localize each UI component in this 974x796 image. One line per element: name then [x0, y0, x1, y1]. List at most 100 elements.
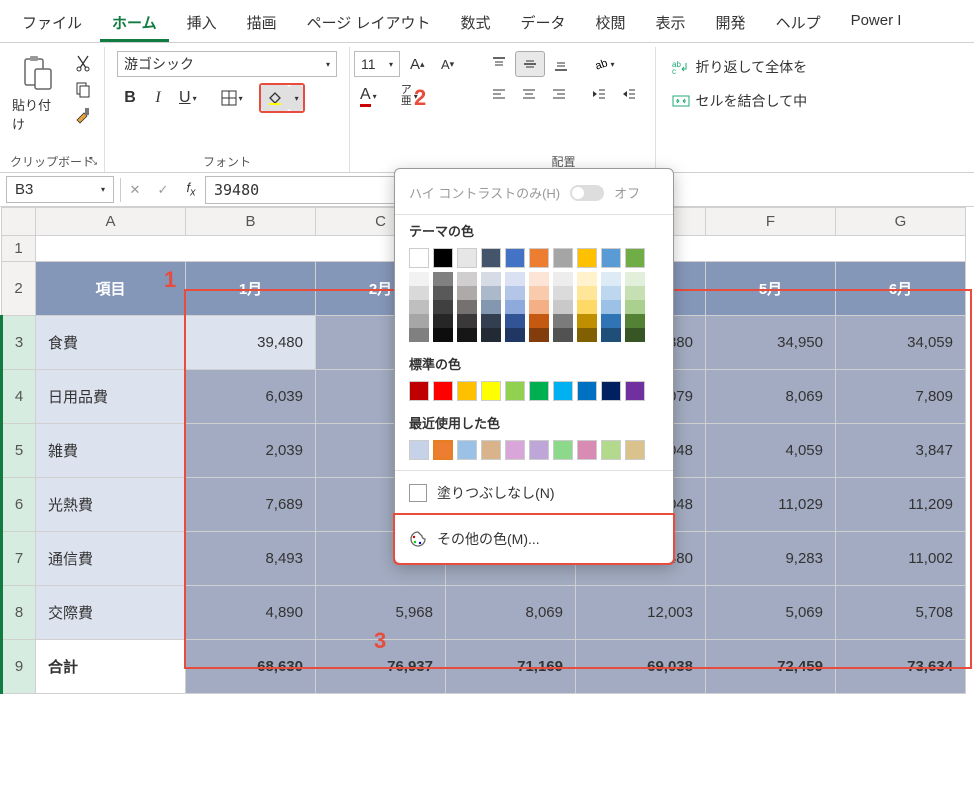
tab-pagelayout[interactable]: ページ レイアウト	[295, 6, 443, 42]
color-shade[interactable]	[625, 300, 645, 314]
cell[interactable]: 34,950	[706, 316, 836, 370]
color-swatch[interactable]	[625, 248, 645, 268]
color-shade[interactable]	[505, 300, 525, 314]
color-swatch[interactable]	[577, 440, 597, 460]
cell[interactable]: 68,630	[186, 640, 316, 694]
color-shade[interactable]	[529, 300, 549, 314]
color-shade[interactable]	[625, 272, 645, 286]
format-painter-button[interactable]	[70, 103, 96, 127]
underline-button[interactable]: U▾	[173, 85, 203, 111]
cell[interactable]: 雑費	[36, 424, 186, 478]
font-name-select[interactable]: 游ゴシック▾	[117, 51, 337, 77]
cell[interactable]: 11,029	[706, 478, 836, 532]
cell[interactable]: 7,689	[186, 478, 316, 532]
color-shade[interactable]	[553, 314, 573, 328]
color-swatch[interactable]	[553, 381, 573, 401]
color-swatch[interactable]	[433, 381, 453, 401]
color-shade[interactable]	[481, 286, 501, 300]
color-swatch[interactable]	[481, 440, 501, 460]
high-contrast-toggle[interactable]	[570, 185, 604, 201]
bold-button[interactable]: B	[117, 85, 143, 111]
color-shade[interactable]	[433, 328, 453, 342]
shrink-font-button[interactable]: A▾	[435, 51, 461, 77]
align-center-button[interactable]	[515, 81, 543, 107]
color-swatch[interactable]	[577, 381, 597, 401]
tab-file[interactable]: ファイル	[10, 6, 94, 42]
color-shade[interactable]	[433, 272, 453, 286]
cell[interactable]: 9,283	[706, 532, 836, 586]
cell[interactable]: 5,069	[706, 586, 836, 640]
color-swatch[interactable]	[625, 381, 645, 401]
table-header[interactable]: 1月	[186, 262, 316, 316]
row-header[interactable]: 6	[2, 478, 36, 532]
cell[interactable]: 73,634	[836, 640, 966, 694]
color-shade[interactable]	[457, 328, 477, 342]
fill-color-button[interactable]	[261, 85, 289, 111]
align-left-button[interactable]	[485, 81, 513, 107]
cell[interactable]: 4,059	[706, 424, 836, 478]
color-swatch[interactable]	[433, 440, 453, 460]
color-swatch[interactable]	[601, 440, 621, 460]
tab-power[interactable]: Power I	[839, 6, 914, 42]
color-shade[interactable]	[409, 272, 429, 286]
color-shade[interactable]	[433, 300, 453, 314]
color-shade[interactable]	[457, 300, 477, 314]
row-header[interactable]: 3	[2, 316, 36, 370]
color-swatch[interactable]	[553, 248, 573, 268]
color-shade[interactable]	[553, 328, 573, 342]
color-swatch[interactable]	[529, 381, 549, 401]
color-shade[interactable]	[409, 328, 429, 342]
name-box[interactable]: B3▾	[6, 176, 114, 203]
color-swatch[interactable]	[577, 248, 597, 268]
fx-button[interactable]: fx	[177, 177, 205, 203]
cell[interactable]: 5,708	[836, 586, 966, 640]
grow-font-button[interactable]: A▴	[404, 51, 431, 77]
tab-review[interactable]: 校閲	[584, 6, 638, 42]
align-bottom-button[interactable]	[547, 51, 575, 77]
cell[interactable]: 6,039	[186, 370, 316, 424]
color-shade[interactable]	[433, 314, 453, 328]
color-shade[interactable]	[553, 272, 573, 286]
cell[interactable]: 12,003	[576, 586, 706, 640]
color-shade[interactable]	[577, 272, 597, 286]
merge-center-button[interactable]: セルを結合して中	[668, 87, 812, 115]
row-header[interactable]: 1	[2, 236, 36, 262]
select-all-corner[interactable]	[2, 208, 36, 236]
row-header[interactable]: 7	[2, 532, 36, 586]
color-shade[interactable]	[577, 314, 597, 328]
table-header[interactable]: 5月	[706, 262, 836, 316]
decrease-indent-button[interactable]	[585, 81, 613, 107]
color-swatch[interactable]	[457, 381, 477, 401]
font-color-button[interactable]: A▾	[354, 83, 383, 109]
color-shade[interactable]	[529, 314, 549, 328]
color-swatch[interactable]	[529, 248, 549, 268]
color-shade[interactable]	[505, 328, 525, 342]
font-size-select[interactable]: 11▾	[354, 51, 400, 77]
align-right-button[interactable]	[545, 81, 573, 107]
color-shade[interactable]	[577, 300, 597, 314]
col-header-F[interactable]: F	[706, 208, 836, 236]
cell[interactable]: 69,038	[576, 640, 706, 694]
color-shade[interactable]	[601, 300, 621, 314]
orientation-button[interactable]: ab▾	[587, 51, 621, 77]
color-shade[interactable]	[457, 314, 477, 328]
col-header-G[interactable]: G	[836, 208, 966, 236]
color-swatch[interactable]	[505, 248, 525, 268]
cell[interactable]: 食費	[36, 316, 186, 370]
borders-button[interactable]: ▾	[215, 85, 249, 111]
cell[interactable]: 8,069	[706, 370, 836, 424]
color-shade[interactable]	[529, 328, 549, 342]
cell[interactable]: 4,890	[186, 586, 316, 640]
cell[interactable]: 交際費	[36, 586, 186, 640]
color-swatch[interactable]	[553, 440, 573, 460]
color-shade[interactable]	[457, 272, 477, 286]
wrap-text-button[interactable]: abc 折り返して全体を	[668, 53, 812, 81]
color-shade[interactable]	[433, 286, 453, 300]
cell[interactable]: 8,493	[186, 532, 316, 586]
increase-indent-button[interactable]	[615, 81, 643, 107]
table-header[interactable]: 項目	[36, 262, 186, 316]
color-shade[interactable]	[505, 314, 525, 328]
row-header[interactable]: 9	[2, 640, 36, 694]
paste-button[interactable]: 貼り付け	[8, 51, 66, 137]
color-shade[interactable]	[505, 272, 525, 286]
